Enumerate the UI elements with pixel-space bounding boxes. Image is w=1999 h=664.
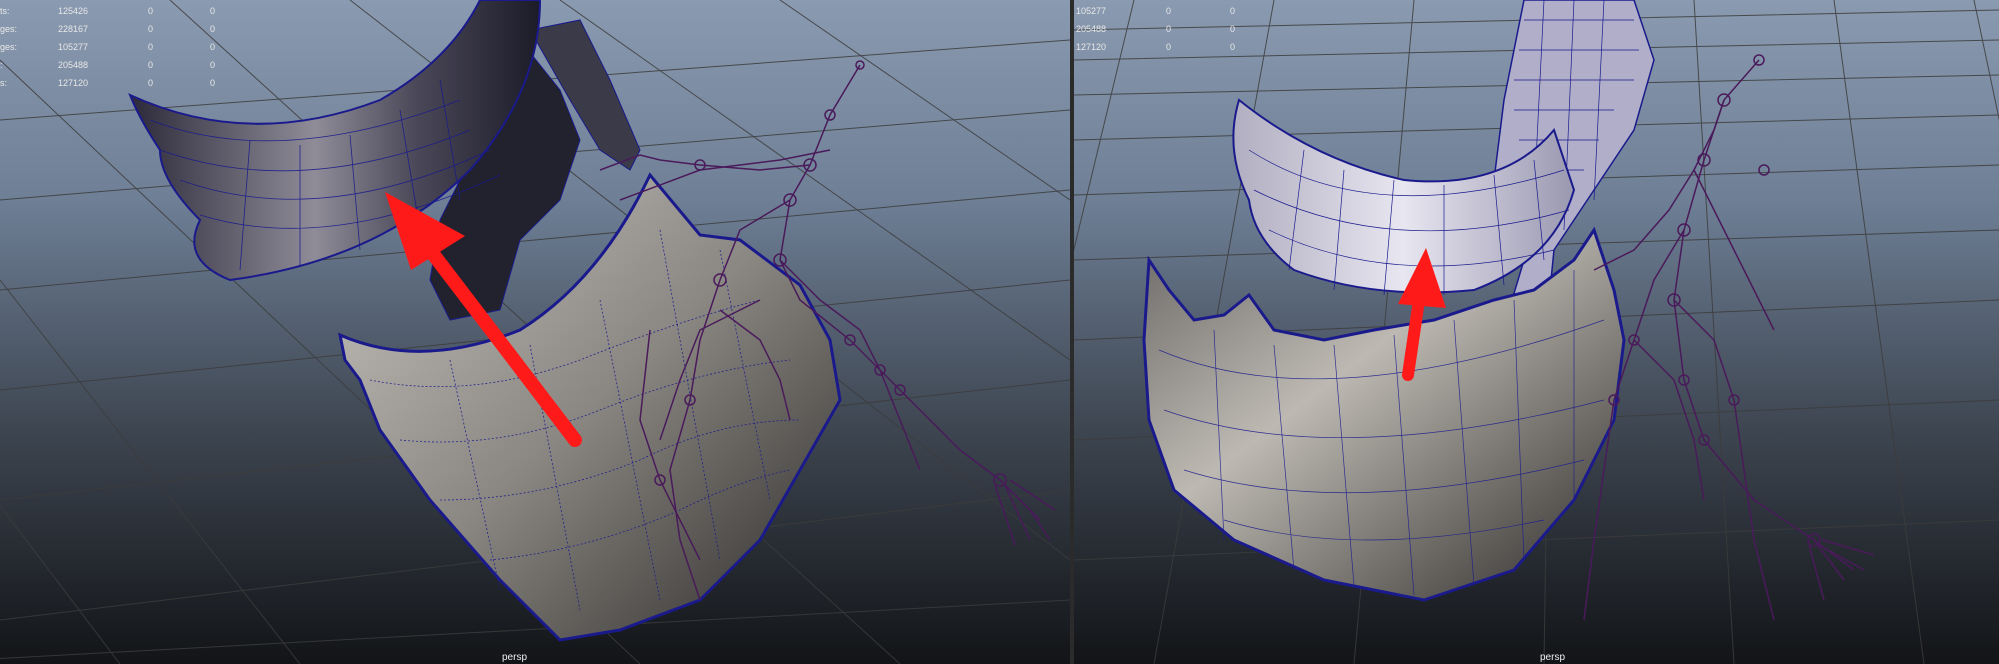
viewport-right[interactable]: 105277 0 0 205488 0 0 127120 0 0 persp bbox=[1074, 0, 1999, 664]
viewport-left[interactable]: ts: 125426 0 0 ges: 228167 0 0 ges: 105277 0 0 :2… bbox=[0, 0, 1070, 664]
red-arrow-annotation bbox=[1398, 248, 1446, 381]
screenshot-stage: ts: 125426 0 0 ges: 228167 0 0 ges: 105277 0 0 :2… bbox=[0, 0, 1999, 664]
annotation-overlay-left bbox=[385, 192, 582, 447]
annotation-overlay-right bbox=[1398, 248, 1446, 381]
camera-label: persp bbox=[1540, 652, 1566, 663]
camera-label: persp bbox=[502, 652, 528, 663]
red-arrow-annotation bbox=[385, 192, 582, 447]
